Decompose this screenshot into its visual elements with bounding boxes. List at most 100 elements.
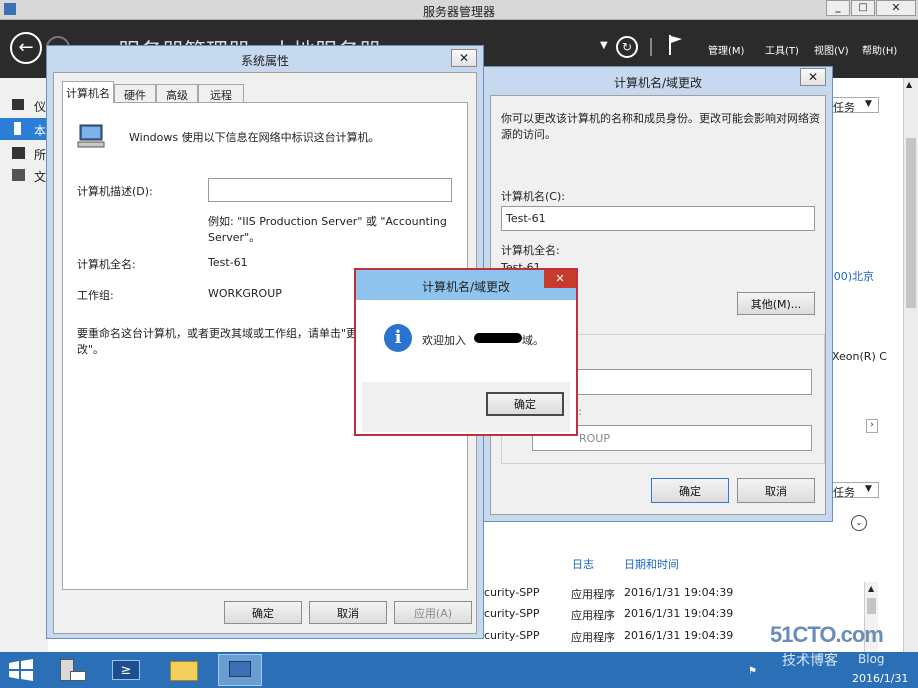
tab-computer-name[interactable]: 计算机名 xyxy=(62,81,114,103)
cancel-button[interactable]: 取消 xyxy=(309,601,387,624)
scroll-up-icon[interactable]: ▲ xyxy=(868,584,874,593)
table-row[interactable]: curity-SPP 应用程序 2016/1/31 19:04:39 xyxy=(484,627,864,645)
event-datetime: 2016/1/31 19:04:39 xyxy=(624,607,734,620)
dialog-close-button[interactable]: ✕ xyxy=(544,270,576,288)
dropdown-chevron-icon[interactable]: ▼ xyxy=(600,40,608,51)
full-name-label: 计算机全名: xyxy=(77,258,136,271)
tray-flag-icon[interactable]: ⚑ xyxy=(748,666,757,677)
rename-text-1: 要重命名这台计算机，或者更改其域或工作组，请单击"更 xyxy=(77,327,358,340)
menu-view[interactable]: 视图(V) xyxy=(814,42,849,57)
full-name-value: Test-61 xyxy=(208,256,248,269)
scroll-thumb[interactable] xyxy=(906,138,916,308)
message-area: i 欢迎加入 域。 xyxy=(362,300,570,382)
window-title: 服务器管理器 xyxy=(422,5,495,19)
dialog-title: 计算机名/域更改 xyxy=(421,280,511,294)
scroll-thumb[interactable] xyxy=(867,598,876,614)
folder-icon xyxy=(170,661,198,681)
ok-button[interactable]: 确定 xyxy=(486,392,564,416)
tasks-label: 任务 xyxy=(833,101,855,114)
taskbar-system-icon[interactable] xyxy=(218,654,262,686)
workgroup-label: 工作组: xyxy=(77,289,114,302)
event-datetime: 2016/1/31 19:04:39 xyxy=(624,629,734,642)
workgroup-value: WORKGROUP xyxy=(208,287,282,300)
file-services-icon xyxy=(12,169,25,181)
refresh-icon[interactable]: ↻ xyxy=(616,36,638,58)
flag-icon[interactable] xyxy=(668,34,684,56)
clock-date[interactable]: 2016/1/31 xyxy=(852,672,908,685)
description-input[interactable] xyxy=(208,178,452,202)
apply-button[interactable]: 应用(A) xyxy=(394,601,472,624)
event-source: curity-SPP xyxy=(484,607,540,620)
main-scrollbar[interactable]: ▲ xyxy=(903,78,918,652)
info-icon: i xyxy=(384,324,412,352)
ok-button[interactable]: 确定 xyxy=(224,601,302,624)
dialog-close-button[interactable]: ✕ xyxy=(800,68,826,86)
sidebar-item-local-server[interactable]: 本 xyxy=(0,118,48,140)
computer-icon xyxy=(77,123,107,149)
menu-manage[interactable]: 管理(M) xyxy=(708,42,744,57)
event-log: 应用程序 xyxy=(571,588,615,601)
sidebar: 仪 本 所 文 xyxy=(0,78,48,652)
redacted-domain xyxy=(474,333,522,343)
description-label: 计算机描述(D): xyxy=(77,185,153,198)
column-header-datetime[interactable]: 日期和时间 xyxy=(624,556,679,572)
sidebar-item-label: 仪 xyxy=(34,100,47,114)
table-row[interactable]: curity-SPP 应用程序 2016/1/31 19:04:39 xyxy=(484,605,864,623)
column-header-log[interactable]: 日志 xyxy=(572,556,594,572)
rename-text-2: 改"。 xyxy=(77,343,105,356)
server-icon xyxy=(14,122,21,135)
taskbar-server-manager-icon[interactable] xyxy=(52,655,92,685)
menu-help[interactable]: 帮助(H) xyxy=(862,42,897,57)
taskbar-explorer-icon[interactable] xyxy=(168,657,200,683)
sidebar-item-file-services[interactable]: 文 xyxy=(0,166,48,184)
tasks-dropdown-2[interactable]: 任务 ▼ xyxy=(826,482,879,499)
button-area: 确定 xyxy=(362,382,570,432)
sidebar-item-dashboard[interactable]: 仪 xyxy=(0,96,48,114)
menu-tools[interactable]: 工具(T) xyxy=(765,42,799,57)
maximize-button[interactable]: □ xyxy=(851,0,875,16)
tab-advanced[interactable]: 高级 xyxy=(156,84,198,104)
dialog-close-button[interactable]: ✕ xyxy=(451,49,477,67)
dialog-titlebar: 计算机名/域更改 xyxy=(356,270,576,300)
minimize-button[interactable]: _ xyxy=(826,0,850,16)
powershell-icon: ≥ xyxy=(112,660,140,680)
dashboard-icon xyxy=(12,99,24,110)
dialog-title: 系统属性 xyxy=(240,54,289,68)
dialog-title: 计算机名/域更改 xyxy=(613,76,703,90)
info-text: Windows 使用以下信息在网络中标识这台计算机。 xyxy=(129,131,380,144)
separator xyxy=(650,38,652,56)
example-text-1: 例如: "IIS Production Server" 或 "Accountin… xyxy=(208,215,447,228)
event-log: 应用程序 xyxy=(571,609,615,622)
scroll-up-icon[interactable]: ▲ xyxy=(906,80,912,89)
more-button[interactable]: 其他(M)... xyxy=(737,292,815,315)
sidebar-item-label: 文 xyxy=(34,170,47,184)
cancel-button[interactable]: 取消 xyxy=(737,478,815,503)
sidebar-item-all-servers[interactable]: 所 xyxy=(0,144,48,162)
welcome-dialog: 计算机名/域更改 ✕ i 欢迎加入 域。 确定 xyxy=(354,268,578,436)
timezone-value[interactable]: :00)北京 xyxy=(830,268,874,284)
servers-icon xyxy=(12,147,25,159)
chevron-down-icon: ▼ xyxy=(865,484,872,494)
table-scrollbar[interactable]: ▲ xyxy=(864,582,878,652)
cpu-value: Xeon(R) C xyxy=(832,350,887,363)
tab-remote[interactable]: 远程 xyxy=(198,84,244,104)
close-button[interactable]: ✕ xyxy=(876,0,916,16)
start-button[interactable] xyxy=(8,659,34,681)
taskbar-powershell-icon[interactable]: ≥ xyxy=(110,657,142,683)
computer-icon xyxy=(229,661,251,677)
computer-name-input[interactable]: Test-61 xyxy=(501,206,815,231)
message-prefix: 欢迎加入 xyxy=(422,334,466,347)
expand-circle-icon[interactable]: ⌄ xyxy=(851,515,867,531)
tasks-dropdown[interactable]: 任务 ▼ xyxy=(826,97,879,114)
hscroll-right[interactable]: › xyxy=(866,419,878,433)
example-text-2: Server"。 xyxy=(208,231,261,244)
chevron-down-icon: ▼ xyxy=(865,99,872,109)
back-arrow-icon[interactable]: ← xyxy=(10,32,42,64)
table-row[interactable]: curity-SPP 应用程序 2016/1/31 19:04:39 xyxy=(484,584,864,602)
event-datetime: 2016/1/31 19:04:39 xyxy=(624,586,734,599)
sidebar-item-label: 本 xyxy=(34,124,47,138)
tab-hardware[interactable]: 硬件 xyxy=(114,84,156,104)
ok-button[interactable]: 确定 xyxy=(651,478,729,503)
full-name-label: 计算机全名: xyxy=(501,244,560,257)
event-source: curity-SPP xyxy=(484,586,540,599)
